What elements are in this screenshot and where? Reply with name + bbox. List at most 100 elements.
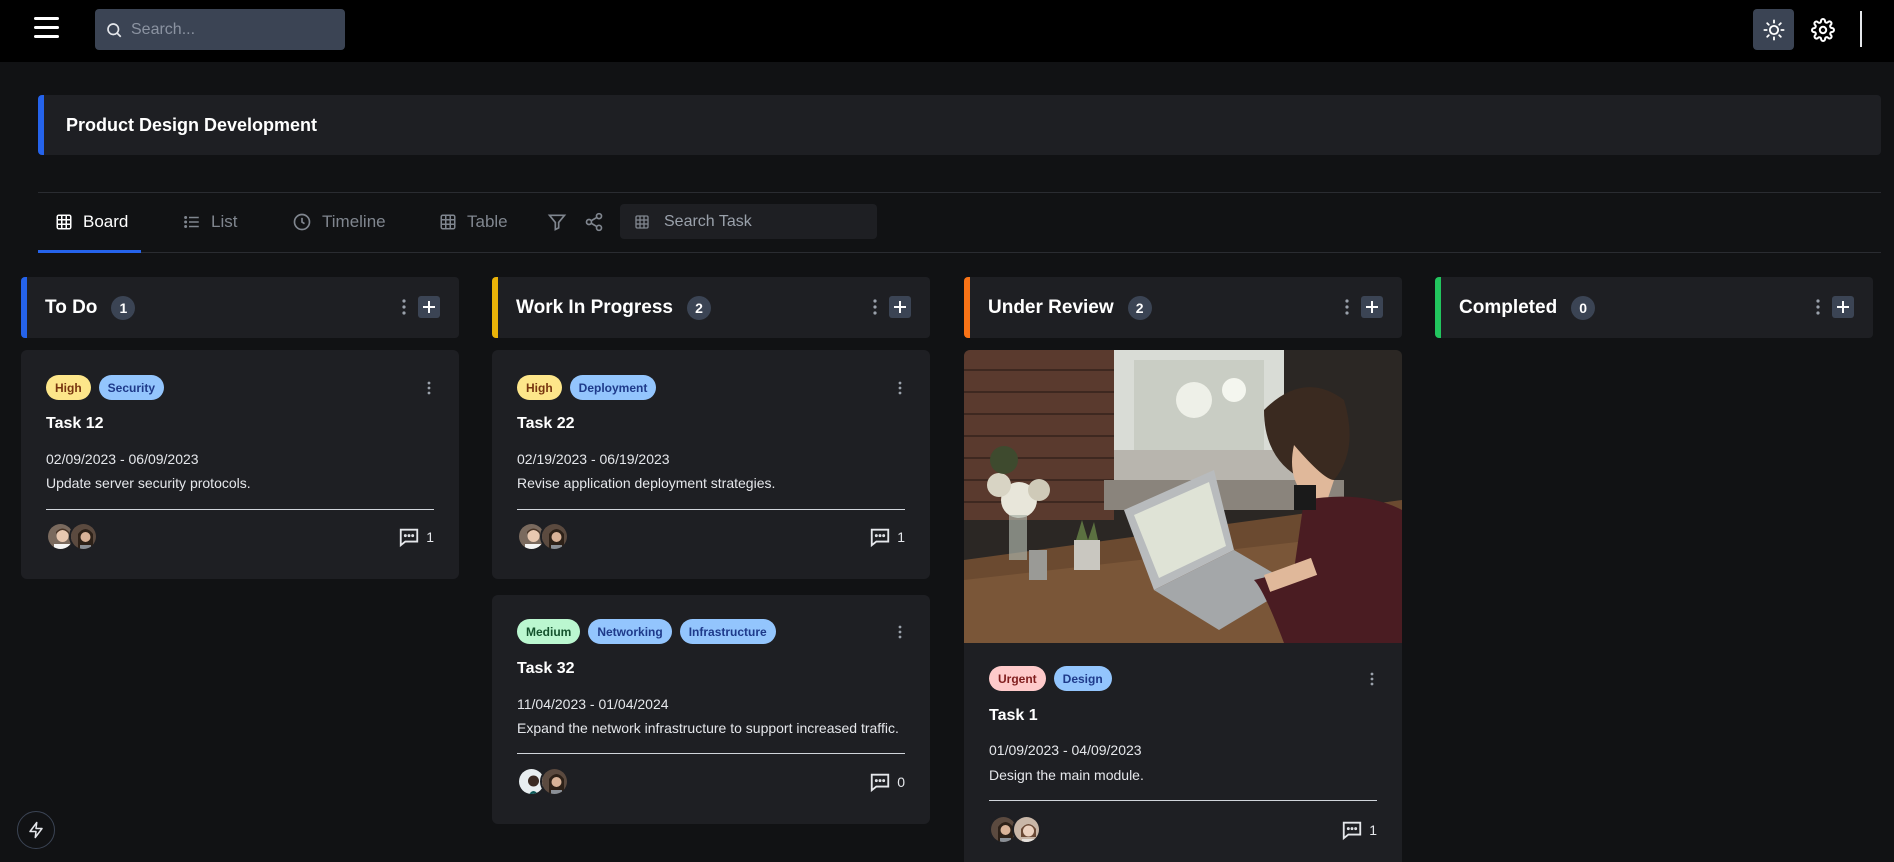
divider [38,192,1881,193]
project-header: Product Design Development [38,95,1881,155]
tab-table[interactable]: Table [439,210,508,234]
tag-list: High Deployment [517,375,657,400]
more-vertical-icon[interactable] [1815,297,1821,322]
filter-icon[interactable] [545,210,569,234]
comment-icon [871,773,890,793]
task-card[interactable]: High Security Task 12 02/09/2023 - 06/09… [21,350,459,579]
add-task-button[interactable] [889,296,911,318]
priority-tag: High [517,375,562,400]
divider [989,800,1377,801]
divider [517,753,905,754]
tab-timeline[interactable]: Timeline [292,210,386,234]
avatar[interactable] [540,522,569,551]
tag-list: Urgent Design [989,666,1112,691]
more-vertical-icon[interactable] [1344,297,1350,322]
sun-icon [1762,18,1785,41]
column-color-bar [492,277,498,338]
add-task-button[interactable] [1832,296,1854,318]
task-dates: 01/09/2023 - 04/09/2023 [989,742,1142,758]
count-badge: 1 [111,295,136,320]
tab-label: Timeline [322,212,386,231]
share-icon[interactable] [582,210,606,234]
global-search[interactable] [95,9,345,50]
task-card[interactable]: Urgent Design Task 1 01/09/2023 - 04/09/… [964,350,1402,862]
task-title: Task 32 [517,660,575,677]
comments-button[interactable]: 0 [869,771,905,793]
tab-board[interactable]: Board [55,210,128,234]
task-title: Task 12 [46,415,104,432]
tab-list[interactable]: List [183,210,237,234]
avatar[interactable] [540,767,569,796]
count-badge: 2 [1127,295,1152,320]
global-search-input[interactable] [131,20,331,39]
settings-button[interactable] [1802,9,1843,50]
comments-button[interactable]: 1 [1341,819,1377,841]
more-vertical-icon[interactable] [897,379,903,402]
divider [46,509,434,510]
comment-count: 0 [897,774,905,790]
clock-icon [292,212,312,232]
task-search-input[interactable] [664,212,864,231]
assignee-avatars [517,522,569,551]
table-icon [439,213,457,231]
assignee-avatars [517,767,569,796]
add-task-button[interactable] [418,296,440,318]
task-description: Expand the network infrastructure to sup… [517,720,899,736]
assignee-avatars [989,815,1041,844]
comment-icon [1343,821,1362,841]
theme-toggle-button[interactable] [1753,9,1794,50]
task-dates: 02/19/2023 - 06/19/2023 [517,451,670,467]
more-vertical-icon[interactable] [401,297,407,322]
task-card[interactable]: High Deployment Task 22 02/19/2023 - 06/… [492,350,930,579]
gear-icon [1810,17,1835,42]
task-description: Revise application deployment strategies… [517,475,776,491]
task-title: Task 22 [517,415,575,432]
divider [38,252,1881,253]
comment-icon [871,528,890,548]
column-title: Completed [1459,296,1558,318]
menu-icon[interactable] [34,17,59,39]
top-bar [0,0,1894,62]
column-header-completed: Completed 0 [1435,277,1873,338]
tab-label: List [211,212,238,231]
list-icon [183,213,201,231]
more-vertical-icon[interactable] [426,379,432,402]
add-task-button[interactable] [1361,296,1383,318]
column-header-under-review: Under Review 2 [964,277,1402,338]
column-title: Under Review [988,296,1114,318]
avatar[interactable] [1012,815,1041,844]
comment-icon [400,528,419,548]
column-header-work-in-progress: Work In Progress 2 [492,277,930,338]
comment-count: 1 [426,529,434,545]
quick-action-button[interactable] [17,811,55,849]
avatar[interactable] [69,522,98,551]
comments-button[interactable]: 1 [869,526,905,548]
task-description: Design the main module. [989,767,1144,783]
column-header-todo: To Do 1 [21,277,459,338]
grid-icon [55,213,73,231]
category-tag: Infrastructure [679,619,776,644]
column-title: Work In Progress [516,296,673,318]
search-icon [107,22,122,37]
comment-count: 1 [1369,822,1377,838]
priority-tag: Urgent [989,666,1046,691]
tab-label: Board [83,212,129,231]
category-tag: Design [1053,666,1112,691]
project-title: Product Design Development [66,114,318,135]
more-vertical-icon[interactable] [1369,670,1375,693]
card-cover-image [964,350,1402,643]
count-badge: 2 [686,295,711,320]
more-vertical-icon[interactable] [897,623,903,646]
column-color-bar [21,277,27,338]
active-tab-indicator [38,250,141,253]
more-vertical-icon[interactable] [872,297,878,322]
grid-icon [635,214,649,229]
topbar-divider [1860,11,1862,47]
task-search[interactable] [620,204,877,239]
category-tag: Security [98,375,165,400]
task-card[interactable]: Medium Networking Infrastructure Task 32… [492,595,930,824]
comments-button[interactable]: 1 [398,526,434,548]
tab-label: Table [467,212,508,231]
count-badge: 0 [1571,295,1596,320]
task-dates: 11/04/2023 - 01/04/2024 [517,696,669,712]
